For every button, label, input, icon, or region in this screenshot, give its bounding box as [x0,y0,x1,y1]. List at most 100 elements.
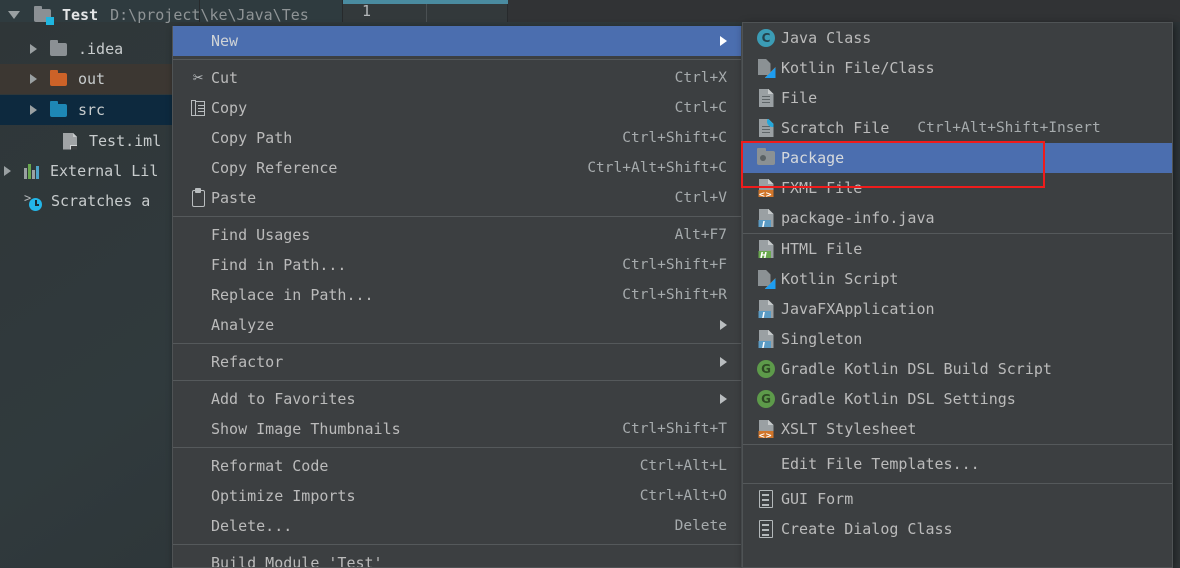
submenu-item-label: Gradle Kotlin DSL Build Script [781,360,1052,378]
new-submenu[interactable]: C Java Class Kotlin File/Class File Scra… [742,22,1173,568]
menu-item-copy[interactable]: Copy Ctrl+C [173,93,741,123]
menu-item-accelerator: Ctrl+Alt+O [639,488,727,504]
submenu-item-gradle-kotlin-dsl-build-script[interactable]: G Gradle Kotlin DSL Build Script [743,354,1172,384]
menu-item-refactor[interactable]: Refactor [173,347,741,377]
menu-item-delete[interactable]: Delete... Delete [173,511,741,541]
menu-item-cut[interactable]: ✂ Cut Ctrl+X [173,63,741,93]
menu-item-label: Find in Path... [211,256,347,274]
menu-item-replace-in-path[interactable]: Replace in Path... Ctrl+Shift+R [173,280,741,310]
submenu-item-gradle-kotlin-dsl-settings[interactable]: G Gradle Kotlin DSL Settings [743,384,1172,414]
submenu-item-label: Java Class [781,29,872,47]
chevron-right-icon[interactable] [30,105,37,115]
java-file-icon: J [758,330,774,348]
menu-item-paste[interactable]: Paste Ctrl+V [173,183,741,213]
submenu-item-label: XSLT Stylesheet [781,420,917,438]
submenu-item-fxml-file[interactable]: <> FXML File [743,173,1172,203]
submenu-item-java-class[interactable]: C Java Class [743,23,1172,53]
menu-item-optimize-imports[interactable]: Optimize Imports Ctrl+Alt+O [173,481,741,511]
chevron-right-icon[interactable] [4,166,11,176]
package-icon [757,148,775,165]
tab-segment[interactable] [508,0,1180,22]
ide-window: 1 Test D:\project\ke\Java\Tes .idea out … [0,0,1180,568]
folder-orange-icon [50,69,67,86]
submenu-item-create-dialog-class[interactable]: Create Dialog Class [743,514,1172,544]
menu-item-find-in-path[interactable]: Find in Path... Ctrl+Shift+F [173,250,741,280]
menu-item-analyze[interactable]: Analyze [173,310,741,340]
submenu-item-label: Singleton [781,330,863,348]
submenu-item-html-file[interactable]: H HTML File [743,234,1172,264]
chevron-right-icon[interactable] [30,74,37,84]
menu-separator [173,343,741,344]
submenu-item-singleton[interactable]: J Singleton [743,324,1172,354]
chevron-down-icon[interactable] [8,11,20,19]
tree-row-out[interactable]: out [0,64,172,94]
menu-item-reformat-code[interactable]: Reformat Code Ctrl+Alt+L [173,451,741,481]
folder-gray-icon [50,39,67,56]
menu-item-label: Optimize Imports [211,487,356,505]
menu-item-build-module[interactable]: Build Module 'Test' [173,548,741,567]
submenu-item-label: File [781,89,818,107]
tree-label: out [78,70,106,88]
submenu-arrow-icon [720,394,727,404]
folder-module-icon [34,5,54,25]
tree-label: .idea [78,40,124,58]
submenu-item-file[interactable]: File [743,83,1172,113]
menu-item-label: Copy Path [211,129,293,147]
tab-label-number[interactable]: 1 [362,2,372,20]
menu-separator [173,544,741,545]
submenu-item-kotlin-script[interactable]: Kotlin Script [743,264,1172,294]
menu-item-label: Reformat Code [211,457,329,475]
submenu-item-label: Kotlin Script [781,270,899,288]
submenu-item-label: package-info.java [781,209,935,227]
menu-item-find-usages[interactable]: Find Usages Alt+F7 [173,220,741,250]
menu-item-label: Add to Favorites [211,390,356,408]
menu-item-label: Cut [211,69,239,87]
submenu-item-xslt-stylesheet[interactable]: <> XSLT Stylesheet [743,414,1172,444]
submenu-item-label: FXML File [781,179,863,197]
menu-item-copy-reference[interactable]: Copy Reference Ctrl+Alt+Shift+C [173,153,741,183]
menu-item-label: Copy [211,99,248,117]
menu-item-show-image-thumbnails[interactable]: Show Image Thumbnails Ctrl+Shift+T [173,414,741,444]
submenu-item-label: Package [781,149,845,167]
submenu-item-gui-form[interactable]: GUI Form [743,484,1172,514]
submenu-item-label: Kotlin File/Class [781,59,935,77]
scissors-icon: ✂ [192,67,204,88]
context-menu[interactable]: New ✂ Cut Ctrl+X Copy Ctrl+C Copy Path C… [172,26,742,568]
submenu-item-kotlin-file-class[interactable]: Kotlin File/Class [743,53,1172,83]
java-class-icon: C [757,29,775,47]
menu-item-accelerator: Ctrl+V [674,190,727,206]
submenu-item-label: GUI Form [781,490,854,508]
chevron-right-icon[interactable] [30,44,37,54]
submenu-item-label: JavaFXApplication [781,300,935,318]
menu-item-accelerator: Ctrl+Shift+T [622,421,727,437]
tree-label: src [78,101,106,119]
tree-label: Test [62,6,99,24]
fxml-file-icon: <> [758,179,774,197]
iml-file-icon [63,132,77,150]
menu-item-copy-path[interactable]: Copy Path Ctrl+Shift+C [173,123,741,153]
submenu-item-accelerator: Ctrl+Alt+Shift+Insert [917,120,1101,136]
submenu-item-label: Scratch File [781,119,890,137]
menu-separator [173,216,741,217]
menu-item-label: Copy Reference [211,159,338,177]
tree-row-src[interactable]: src [0,95,172,125]
paste-icon [191,187,205,207]
submenu-item-javafxapplication[interactable]: J JavaFXApplication [743,294,1172,324]
submenu-item-edit-file-templates[interactable]: Edit File Templates... [743,445,1172,483]
submenu-arrow-icon [720,36,727,46]
submenu-arrow-icon [720,320,727,330]
kotlin-script-icon [757,270,776,289]
java-file-icon: J [758,300,774,318]
xslt-file-icon: <> [758,420,774,438]
gradle-icon: G [757,390,775,408]
menu-item-label: Analyze [211,316,275,334]
submenu-item-scratch-file[interactable]: Scratch File Ctrl+Alt+Shift+Insert [743,113,1172,143]
menu-item-accelerator: Ctrl+Alt+L [639,458,727,474]
menu-item-accelerator: Alt+F7 [674,227,727,243]
submenu-item-package[interactable]: Package [743,143,1172,173]
menu-item-add-to-favorites[interactable]: Add to Favorites [173,384,741,414]
menu-item-new[interactable]: New [173,26,741,56]
menu-item-label: Find Usages [211,226,311,244]
menu-item-accelerator: Delete [674,518,727,534]
submenu-item-package-info-java[interactable]: J package-info.java [743,203,1172,233]
